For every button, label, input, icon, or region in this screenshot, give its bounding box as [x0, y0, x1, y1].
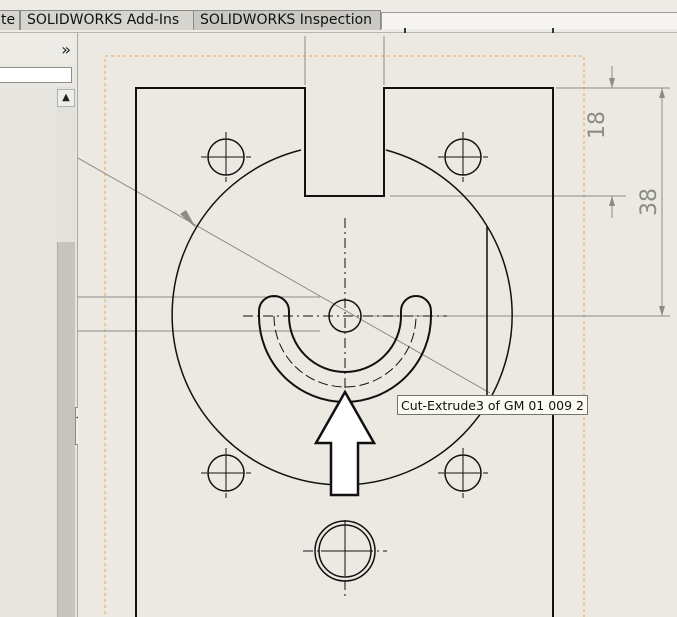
panel-filter-input[interactable]: [0, 67, 72, 83]
tab-evaluate[interactable]: te: [0, 10, 20, 30]
panel-header: »: [0, 33, 77, 63]
center-cross: [321, 527, 369, 575]
tab-solidworks-add-ins[interactable]: SOLIDWORKS Add-Ins: [20, 10, 194, 30]
dimension-arrowhead: [609, 196, 615, 206]
drawing-view[interactable]: 18 38: [78, 33, 677, 617]
annotation-leader: [78, 157, 491, 394]
scroll-up-arrow-icon[interactable]: ▲: [57, 89, 75, 107]
dimension-arrowhead: [609, 78, 615, 88]
leader-lines: [78, 36, 670, 394]
scroll-thumb[interactable]: [57, 242, 75, 617]
boss-circle-arc[interactable]: [385, 149, 488, 227]
dimension-arrowhead: [659, 306, 665, 316]
tab-solidworks-inspection[interactable]: SOLIDWORKS Inspection: [193, 10, 381, 30]
leader-arrowhead: [180, 210, 196, 228]
feature-manager-panel: » ▲: [0, 33, 78, 617]
command-manager-tabs: te SOLIDWORKS Add-Ins SOLIDWORKS Inspect…: [0, 0, 677, 34]
panel-scrollbar[interactable]: ▲: [56, 87, 76, 617]
dimension-arrowhead: [659, 88, 665, 98]
dimension-label-18[interactable]: 18: [585, 111, 610, 139]
double-chevron-right-icon[interactable]: »: [61, 42, 71, 58]
feature-tree[interactable]: [0, 87, 55, 617]
pointer-arrow-icon: [313, 389, 377, 497]
tab-strip-empty-area: [381, 12, 677, 34]
dimension-label-38[interactable]: 38: [637, 188, 662, 216]
feature-tooltip: Cut-Extrude3 of GM 01 009 2: [397, 395, 589, 415]
drawing-canvas[interactable]: 18 38: [78, 33, 677, 617]
